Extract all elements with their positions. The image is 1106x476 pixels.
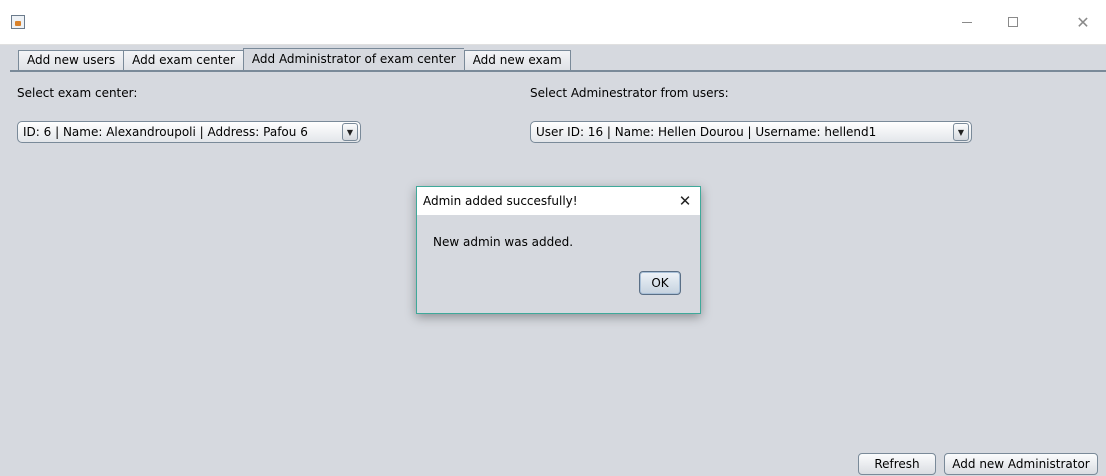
dialog-close-button[interactable]: ✕: [673, 189, 697, 213]
exam-center-selected-value: ID: 6 | Name: Alexandroupoli | Address: …: [23, 125, 308, 139]
dropdown-arrow-icon[interactable]: ▼: [342, 123, 358, 141]
java-app-icon: [11, 15, 25, 29]
close-icon: ✕: [1076, 12, 1090, 32]
maximize-icon: [1008, 17, 1018, 27]
admin-user-selected-value: User ID: 16 | Name: Hellen Dourou | User…: [536, 125, 877, 139]
exam-center-label: Select exam center:: [17, 86, 138, 100]
tab-add-administrator[interactable]: Add Administrator of exam center: [242, 48, 464, 70]
tab-add-new-users[interactable]: Add new users: [18, 50, 124, 70]
success-dialog: Admin added succesfully! ✕ New admin was…: [416, 186, 701, 314]
close-button[interactable]: ✕: [1060, 8, 1106, 36]
dialog-message: New admin was added.: [433, 235, 574, 249]
dialog-titlebar: Admin added succesfully! ✕: [417, 187, 700, 215]
tab-add-new-exam[interactable]: Add new exam: [463, 50, 571, 70]
minimize-icon: [962, 21, 972, 23]
dialog-title: Admin added succesfully!: [423, 194, 578, 208]
refresh-button[interactable]: Refresh: [858, 453, 936, 475]
tab-add-exam-center[interactable]: Add exam center: [123, 50, 243, 70]
admin-label: Select Adminestrator from users:: [530, 86, 729, 100]
admin-user-select[interactable]: User ID: 16 | Name: Hellen Dourou | User…: [530, 121, 972, 143]
ok-button[interactable]: OK: [639, 271, 681, 295]
add-administrator-button[interactable]: Add new Administrator: [944, 453, 1098, 475]
minimize-button[interactable]: [944, 8, 990, 36]
close-icon: ✕: [678, 192, 692, 210]
dropdown-arrow-icon[interactable]: ▼: [953, 123, 969, 141]
maximize-button[interactable]: [990, 8, 1036, 36]
exam-center-select[interactable]: ID: 6 | Name: Alexandroupoli | Address: …: [17, 121, 361, 143]
tab-bar: Add new users Add exam center Add Admini…: [18, 48, 571, 70]
tab-divider: [10, 70, 1106, 72]
window-titlebar: ✕: [0, 0, 1106, 45]
